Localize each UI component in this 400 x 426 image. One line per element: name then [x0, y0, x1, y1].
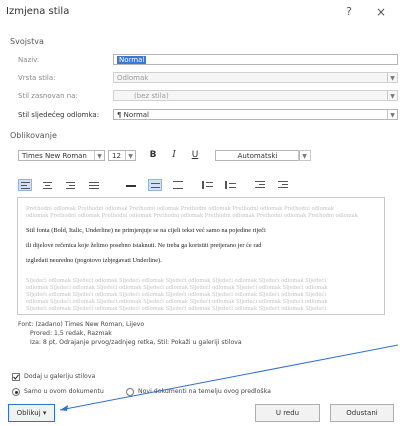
annotation-arrow: [59, 344, 399, 411]
modify-style-dialog: Izmjena stila ? × Svojstva Naziv: Normal…: [0, 0, 400, 426]
